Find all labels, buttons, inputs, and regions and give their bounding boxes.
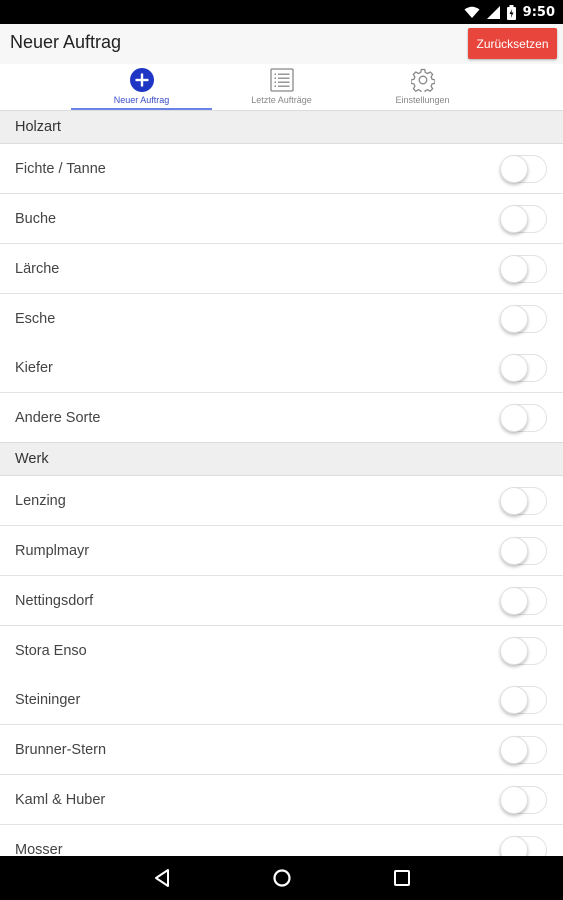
- toggle-switch[interactable]: [500, 486, 548, 516]
- tab-recent-orders[interactable]: Letzte Aufträge: [211, 64, 352, 110]
- battery-icon: [506, 4, 516, 20]
- tab-label: Neuer Auftrag: [113, 95, 170, 105]
- list-item: Stora Enso: [0, 626, 563, 676]
- plus-circle-icon: [129, 67, 155, 93]
- list-item-label: Lärche: [15, 260, 60, 277]
- list-item: Steininger: [0, 675, 563, 725]
- page-title: Neuer Auftrag: [10, 32, 122, 52]
- list-item: Andere Sorte: [0, 393, 563, 443]
- toggle-switch[interactable]: [500, 403, 548, 433]
- tab-label: Letzte Aufträge: [251, 95, 312, 105]
- toggle-switch[interactable]: [500, 304, 548, 334]
- toggle-switch[interactable]: [500, 685, 548, 715]
- list-item: Lärche: [0, 244, 563, 294]
- section-header-holzart: Holzart: [0, 110, 563, 144]
- system-nav-bar: [0, 856, 563, 900]
- toggle-switch[interactable]: [500, 735, 548, 765]
- tab-settings[interactable]: Einstellungen: [352, 64, 493, 110]
- list-item-label: Rumplmayr: [15, 542, 90, 559]
- reset-button[interactable]: Zurücksetzen: [468, 28, 557, 59]
- tab-bar: Neuer Auftrag Letzte Aufträge Einstellun…: [0, 64, 563, 110]
- list-item: Brunner-Stern: [0, 725, 563, 775]
- list-item: Kiefer: [0, 343, 563, 393]
- recents-icon[interactable]: [391, 867, 413, 889]
- toggle-switch[interactable]: [500, 204, 548, 234]
- list-item: Kaml & Huber: [0, 775, 563, 825]
- list-item: Nettingsdorf: [0, 576, 563, 626]
- list-item: Fichte / Tanne: [0, 144, 563, 194]
- back-icon[interactable]: [151, 867, 173, 889]
- list-item-label: Kaml & Huber: [15, 791, 106, 808]
- list-item-label: Esche: [15, 310, 56, 327]
- list-item-label: Lenzing: [15, 492, 66, 509]
- list-item: Lenzing: [0, 476, 563, 526]
- gear-icon: [410, 67, 436, 93]
- list-item-label: Steininger: [15, 691, 81, 708]
- list-icon: [269, 67, 295, 93]
- list-item-label: Nettingsdorf: [15, 592, 94, 609]
- toggle-switch[interactable]: [500, 785, 548, 815]
- list-item: Esche: [0, 294, 563, 344]
- toggle-switch[interactable]: [500, 154, 548, 184]
- list-item-label: Stora Enso: [15, 642, 87, 659]
- list-item: Rumplmayr: [0, 526, 563, 576]
- list-item: Buche: [0, 194, 563, 244]
- section-header-werk: Werk: [0, 442, 563, 476]
- status-bar: 9:50: [0, 0, 563, 24]
- toggle-switch[interactable]: [500, 353, 548, 383]
- cell-signal-icon: [486, 5, 500, 19]
- tab-new-order[interactable]: Neuer Auftrag: [71, 64, 212, 110]
- list-item-label: Brunner-Stern: [15, 741, 107, 758]
- list-item-label: Andere Sorte: [15, 409, 101, 426]
- list-item-label: Fichte / Tanne: [15, 160, 106, 177]
- list-item-label: Kiefer: [15, 359, 53, 376]
- toggle-switch[interactable]: [500, 636, 548, 666]
- list-item-label: Buche: [15, 210, 57, 227]
- wifi-icon: [464, 6, 480, 18]
- toggle-switch[interactable]: [500, 586, 548, 616]
- tab-label: Einstellungen: [395, 95, 450, 105]
- home-icon[interactable]: [271, 867, 293, 889]
- toggle-switch[interactable]: [500, 536, 548, 566]
- toggle-switch[interactable]: [500, 254, 548, 284]
- app-bar: Neuer Auftrag Zurücksetzen: [0, 24, 563, 64]
- status-time: 9:50: [522, 4, 555, 20]
